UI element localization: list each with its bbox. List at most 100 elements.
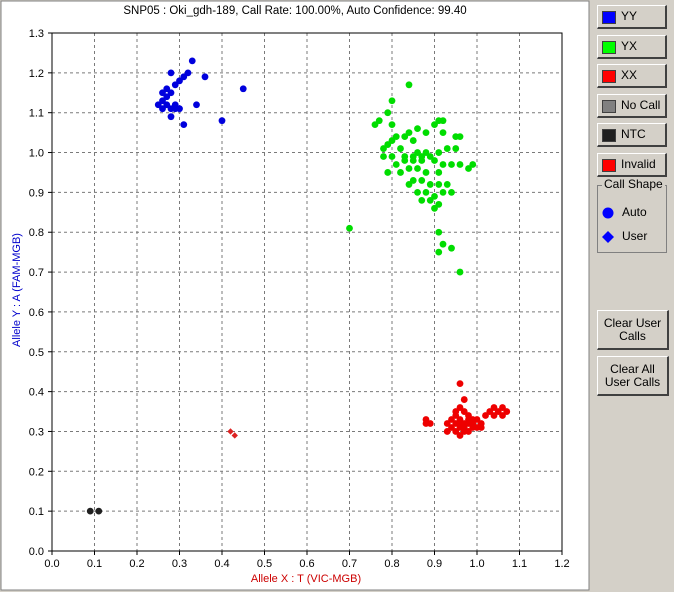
y-tick-label: 0.7 — [29, 267, 44, 279]
call-button-label: XX — [621, 68, 638, 82]
data-point — [193, 101, 200, 109]
data-point — [435, 169, 443, 176]
circle-icon — [602, 207, 614, 219]
data-point — [159, 105, 166, 113]
data-point — [188, 57, 196, 65]
y-tick-label: 1.0 — [29, 148, 44, 160]
auto-label: Auto — [622, 205, 647, 219]
data-point — [460, 396, 468, 403]
clear-user-calls-button[interactable]: Clear User Calls — [597, 310, 669, 350]
data-point — [405, 181, 413, 188]
data-point — [171, 81, 179, 89]
data-point — [388, 97, 396, 105]
color-swatch — [602, 70, 616, 83]
data-point — [431, 157, 438, 164]
data-point — [401, 133, 409, 141]
data-point — [239, 85, 247, 93]
data-point — [167, 69, 175, 77]
clear-all-user-calls-button[interactable]: Clear All User Calls — [597, 356, 669, 396]
data-point — [380, 145, 387, 152]
x-tick-label: 1.0 — [469, 558, 484, 570]
y-tick-label: 0.9 — [29, 187, 44, 199]
call-button-label: NTC — [621, 127, 646, 141]
y-tick-label: 0.8 — [29, 227, 44, 239]
call-shape-title: Call Shape — [602, 177, 665, 191]
data-point — [448, 188, 455, 196]
data-point — [435, 228, 443, 236]
call-button-no-call[interactable]: No Call — [597, 93, 667, 118]
data-point — [384, 109, 392, 117]
data-point — [418, 196, 426, 204]
data-point — [477, 424, 485, 431]
data-point — [443, 428, 451, 435]
y-tick-label: 0.6 — [29, 307, 44, 319]
data-point — [439, 240, 447, 248]
data-point — [452, 145, 460, 152]
x-tick-label: 0.5 — [257, 558, 272, 570]
data-point — [414, 188, 421, 196]
user-shape-option[interactable]: User — [602, 229, 647, 243]
data-point — [414, 125, 421, 133]
x-tick-label: 0.2 — [129, 558, 144, 570]
data-point — [201, 73, 209, 81]
scatter-chart: SNP05 : Oki_gdh-189, Call Rate: 100.00%,… — [0, 0, 592, 592]
data-point — [380, 153, 387, 160]
clear-user-calls-line2: Calls — [619, 329, 646, 343]
chart-title: SNP05 : Oki_gdh-189, Call Rate: 100.00%,… — [123, 5, 466, 17]
y-tick-label: 0.5 — [29, 347, 44, 359]
data-point — [176, 105, 183, 113]
call-button-xx[interactable]: XX — [597, 64, 667, 88]
data-point — [443, 145, 451, 152]
y-tick-label: 0.2 — [29, 466, 44, 478]
call-button-yy[interactable]: YY — [597, 5, 667, 29]
data-point — [397, 145, 404, 152]
data-point — [465, 165, 472, 172]
diamond-icon — [602, 230, 614, 243]
x-tick-label: 0.7 — [342, 558, 357, 570]
color-swatch — [602, 158, 616, 172]
data-point — [439, 129, 447, 137]
clear-all-line2: User Calls — [604, 375, 661, 389]
x-tick-label: 1.1 — [512, 558, 527, 570]
data-point — [435, 248, 443, 256]
data-point — [448, 244, 455, 252]
data-point — [439, 161, 447, 168]
call-button-ntc[interactable]: NTC — [597, 123, 667, 147]
data-point — [346, 224, 353, 232]
x-axis-label: Allele X : T (VIC-MGB) — [251, 573, 361, 585]
data-point — [405, 165, 413, 172]
auto-shape-option[interactable]: Auto — [602, 205, 647, 219]
y-tick-label: 1.2 — [29, 68, 44, 80]
data-point — [439, 117, 447, 125]
call-shape-group: Call Shape Auto User — [597, 177, 667, 253]
call-button-yx[interactable]: YX — [597, 34, 667, 59]
clear-user-calls-line1: Clear User — [603, 316, 662, 330]
data-point — [384, 169, 392, 176]
data-point — [388, 153, 396, 160]
y-tick-label: 0.4 — [29, 387, 44, 399]
call-button-invalid[interactable]: Invalid — [597, 152, 667, 177]
data-point — [456, 161, 464, 168]
call-button-label: YY — [621, 9, 638, 23]
data-point — [409, 153, 417, 160]
data-point — [422, 169, 430, 176]
data-point — [167, 113, 175, 121]
data-point — [418, 153, 426, 160]
data-point — [401, 157, 409, 164]
data-point — [392, 161, 400, 168]
data-point — [414, 165, 421, 172]
data-point — [180, 73, 188, 81]
data-point — [456, 268, 464, 276]
data-point — [218, 117, 226, 125]
call-button-label: YX — [621, 38, 638, 53]
color-swatch — [602, 11, 616, 24]
data-point — [371, 121, 379, 129]
color-swatch — [602, 99, 616, 113]
x-tick-label: 0.1 — [87, 558, 102, 570]
data-point — [456, 432, 464, 439]
data-point — [456, 133, 464, 141]
x-tick-label: 0.3 — [172, 558, 187, 570]
data-point — [426, 196, 434, 204]
data-point — [499, 412, 506, 419]
x-tick-label: 0.0 — [44, 558, 59, 570]
